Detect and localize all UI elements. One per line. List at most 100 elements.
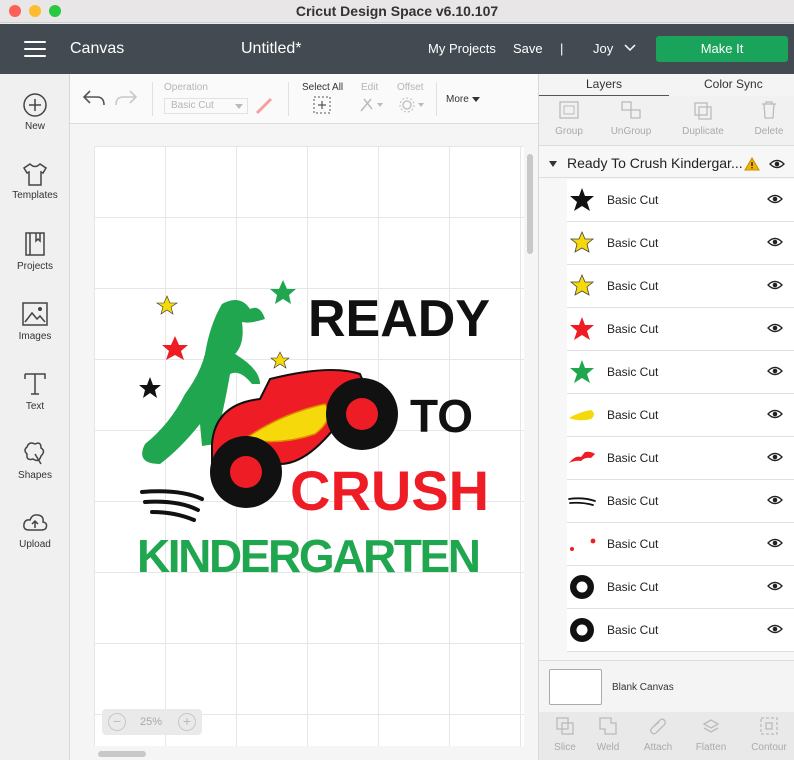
layer-item[interactable]: Basic Cut: [567, 480, 794, 523]
horizontal-scrollbar[interactable]: [98, 751, 146, 757]
yellow-star-thumb: [569, 230, 595, 253]
nav-upload[interactable]: Upload: [0, 510, 70, 550]
group-label: Group: [555, 126, 583, 137]
delete-label: Delete: [754, 126, 784, 137]
zoom-out-button[interactable]: −: [108, 713, 126, 731]
make-it-button[interactable]: Make It: [656, 36, 788, 62]
red-star-thumb: [570, 317, 594, 340]
design-canvas[interactable]: READY TO CRUSH KINDERGARTEN − 25% +: [70, 124, 538, 760]
user-menu[interactable]: Joy: [593, 41, 613, 56]
layer-item[interactable]: Basic Cut: [567, 179, 794, 222]
layer-name: Basic Cut: [607, 279, 659, 293]
vertical-scrollbar[interactable]: [527, 154, 533, 254]
nav-templates[interactable]: Templates: [0, 161, 70, 201]
tab-layers[interactable]: Layers: [586, 77, 622, 91]
nav-shapes-label: Shapes: [18, 470, 52, 481]
red-star-shape: [162, 336, 188, 360]
group-button[interactable]: Group: [539, 100, 599, 137]
black-tire-thumb: [570, 618, 594, 642]
black-star-thumb: [570, 188, 594, 211]
nav-shapes[interactable]: Shapes: [0, 439, 70, 481]
layer-item[interactable]: Basic Cut: [567, 566, 794, 609]
pen-color-icon[interactable]: [254, 96, 274, 116]
hamburger-menu-icon[interactable]: [24, 41, 46, 57]
layer-item[interactable]: Basic Cut: [567, 394, 794, 437]
attach-button[interactable]: Attach: [632, 716, 684, 753]
layer-item[interactable]: Basic Cut: [567, 609, 794, 652]
layer-item[interactable]: Basic Cut: [567, 351, 794, 394]
eye-icon[interactable]: [767, 538, 783, 548]
section-title: Canvas: [70, 40, 125, 57]
nav-new[interactable]: New: [0, 92, 70, 132]
weld-button[interactable]: Weld: [582, 716, 634, 753]
eye-icon[interactable]: [767, 323, 783, 333]
cloud-upload-icon: [23, 514, 48, 531]
flatten-button[interactable]: Flatten: [685, 716, 737, 753]
nav-projects[interactable]: Projects: [0, 230, 70, 272]
tab-color-sync[interactable]: Color Sync: [704, 77, 763, 91]
nav-images-label: Images: [18, 331, 52, 342]
eye-icon[interactable]: [769, 159, 785, 169]
layer-name: Basic Cut: [607, 451, 659, 465]
duplicate-button[interactable]: Duplicate: [673, 100, 733, 137]
eye-icon[interactable]: [767, 495, 783, 505]
warning-icon[interactable]: [744, 157, 760, 171]
eye-icon[interactable]: [767, 581, 783, 591]
ungroup-label: UnGroup: [610, 126, 652, 137]
eye-icon[interactable]: [767, 280, 783, 290]
offset-icon[interactable]: [398, 96, 426, 114]
nav-text[interactable]: Text: [0, 370, 70, 412]
flatten-icon: [702, 719, 720, 733]
ungroup-icon: [621, 101, 641, 119]
red-dots-thumb: [570, 538, 596, 551]
save-button[interactable]: Save: [513, 41, 543, 56]
more-menu[interactable]: More: [446, 94, 469, 105]
layer-name: Basic Cut: [607, 623, 659, 637]
delete-button[interactable]: Delete: [739, 100, 794, 137]
operation-label: Operation: [164, 82, 208, 93]
caret-down-icon[interactable]: [549, 161, 557, 167]
slice-icon: [556, 717, 574, 735]
blank-canvas-row[interactable]: Blank Canvas: [539, 660, 794, 712]
contour-icon: [760, 717, 778, 735]
eye-icon[interactable]: [767, 409, 783, 419]
design-artwork[interactable]: READY TO CRUSH KINDERGARTEN: [130, 274, 500, 604]
layer-group-row[interactable]: Ready To Crush Kindergar...: [539, 150, 794, 178]
my-projects-link[interactable]: My Projects: [428, 41, 496, 56]
operation-select[interactable]: Basic Cut: [164, 98, 248, 114]
layer-item[interactable]: Basic Cut: [567, 523, 794, 566]
eye-icon[interactable]: [767, 237, 783, 247]
green-star-shape: [270, 280, 296, 304]
layer-item[interactable]: Basic Cut: [567, 308, 794, 351]
yellow-flame-thumb: [569, 410, 594, 421]
zoom-in-button[interactable]: +: [178, 713, 196, 731]
eye-icon[interactable]: [767, 624, 783, 634]
edit-scissors-icon[interactable]: [358, 96, 384, 114]
chevron-down-icon[interactable]: [624, 43, 636, 53]
select-all-icon[interactable]: [313, 96, 331, 114]
nav-images[interactable]: Images: [0, 300, 70, 342]
trash-icon: [762, 101, 776, 119]
eye-icon[interactable]: [767, 194, 783, 204]
layer-item[interactable]: Basic Cut: [567, 265, 794, 308]
header-separator: |: [560, 41, 564, 56]
weld-icon: [599, 717, 617, 735]
tshirt-icon: [22, 163, 48, 186]
document-title[interactable]: Untitled*: [241, 40, 301, 58]
eye-icon[interactable]: [767, 452, 783, 462]
nav-text-label: Text: [25, 401, 45, 412]
contour-button[interactable]: Contour: [743, 716, 794, 753]
redo-icon[interactable]: [114, 88, 138, 108]
undo-icon[interactable]: [82, 88, 106, 108]
attach-label: Attach: [643, 742, 673, 753]
ungroup-button[interactable]: UnGroup: [601, 100, 661, 137]
group-title: Ready To Crush Kindergar...: [567, 155, 743, 171]
chevron-down-icon: [472, 97, 480, 102]
green-star-thumb: [570, 360, 594, 383]
layer-item[interactable]: Basic Cut: [567, 437, 794, 480]
eye-icon[interactable]: [767, 366, 783, 376]
layer-item[interactable]: Basic Cut: [567, 222, 794, 265]
select-all-label: Select All: [302, 82, 344, 93]
weld-label: Weld: [596, 742, 620, 753]
blank-canvas-swatch[interactable]: [549, 669, 602, 705]
